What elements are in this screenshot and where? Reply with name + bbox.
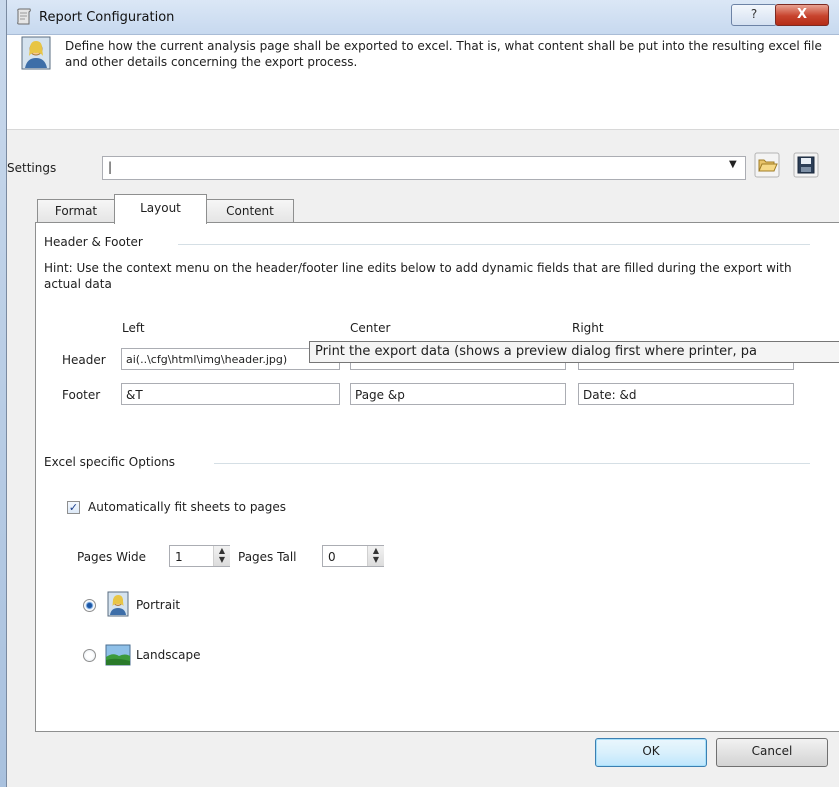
print-tooltip: Print the export data (shows a preview d… (309, 341, 839, 363)
landscape-icon (105, 644, 131, 669)
portrait-radio[interactable] (83, 599, 96, 612)
tab-format[interactable]: Format (37, 199, 115, 222)
landscape-radio[interactable] (83, 649, 96, 662)
group-divider (178, 244, 810, 245)
settings-combobox[interactable]: | ▼ (102, 156, 746, 180)
settings-value: | (108, 160, 113, 174)
cancel-button[interactable]: Cancel (716, 738, 828, 767)
chevron-down-icon[interactable]: ▼ (729, 159, 737, 170)
footer-left-input[interactable]: &T (121, 383, 340, 405)
pages-wide-label: Pages Wide (77, 550, 147, 564)
header-row-label: Header (62, 353, 106, 367)
floppy-disk-icon (793, 152, 819, 178)
spin-arrows-icon[interactable]: ▲ ▼ (367, 546, 384, 566)
help-button[interactable]: ? (731, 4, 777, 26)
report-configuration-dialog: Report Configuration ? X Define how the … (6, 0, 839, 787)
footer-center-input[interactable]: Page &p (350, 383, 566, 405)
layout-tab-panel: Header & Footer Hint: Use the context me… (35, 222, 839, 732)
hint-text: Hint: Use the context menu on the header… (44, 261, 792, 291)
portrait-label[interactable]: Portrait (136, 598, 180, 612)
user-portrait-icon (21, 36, 51, 70)
open-settings-button[interactable] (754, 152, 780, 178)
pages-tall-value: 0 (328, 550, 336, 564)
pages-wide-spinbox[interactable]: 1 ▲ ▼ (169, 545, 230, 567)
column-left-label: Left (122, 321, 145, 335)
tab-content[interactable]: Content (206, 199, 294, 222)
group-divider (214, 463, 810, 464)
footer-row-label: Footer (62, 388, 101, 402)
pages-tall-label: Pages Tall (238, 550, 297, 564)
save-settings-button[interactable] (793, 152, 819, 178)
description-text: Define how the current analysis page sha… (65, 39, 822, 69)
tab-layout[interactable]: Layout (114, 194, 207, 224)
portrait-icon (107, 591, 129, 620)
ok-button[interactable]: OK (595, 738, 707, 767)
folder-open-icon (754, 152, 780, 178)
autofit-checkbox[interactable]: ✓ (67, 501, 80, 514)
header-footer-group-title: Header & Footer (44, 235, 143, 249)
excel-options-group-title: Excel specific Options (44, 455, 176, 469)
landscape-label[interactable]: Landscape (136, 648, 200, 662)
header-left-input[interactable]: ai(..\cfg\html\img\header.jpg) (121, 348, 340, 370)
description-header: Define how the current analysis page sha… (7, 35, 839, 130)
close-button[interactable]: X (775, 4, 829, 26)
settings-label: Settings (7, 161, 57, 175)
autofit-label[interactable]: Automatically fit sheets to pages (88, 500, 286, 514)
pages-wide-value: 1 (175, 550, 183, 564)
title-bar[interactable]: Report Configuration ? X (7, 0, 839, 35)
window-title: Report Configuration (39, 10, 175, 25)
footer-right-input[interactable]: Date: &d (578, 383, 794, 405)
column-right-label: Right (572, 321, 604, 335)
pages-tall-spinbox[interactable]: 0 ▲ ▼ (322, 545, 384, 567)
column-center-label: Center (350, 321, 391, 335)
report-icon (15, 8, 33, 26)
spin-arrows-icon[interactable]: ▲ ▼ (213, 546, 230, 566)
